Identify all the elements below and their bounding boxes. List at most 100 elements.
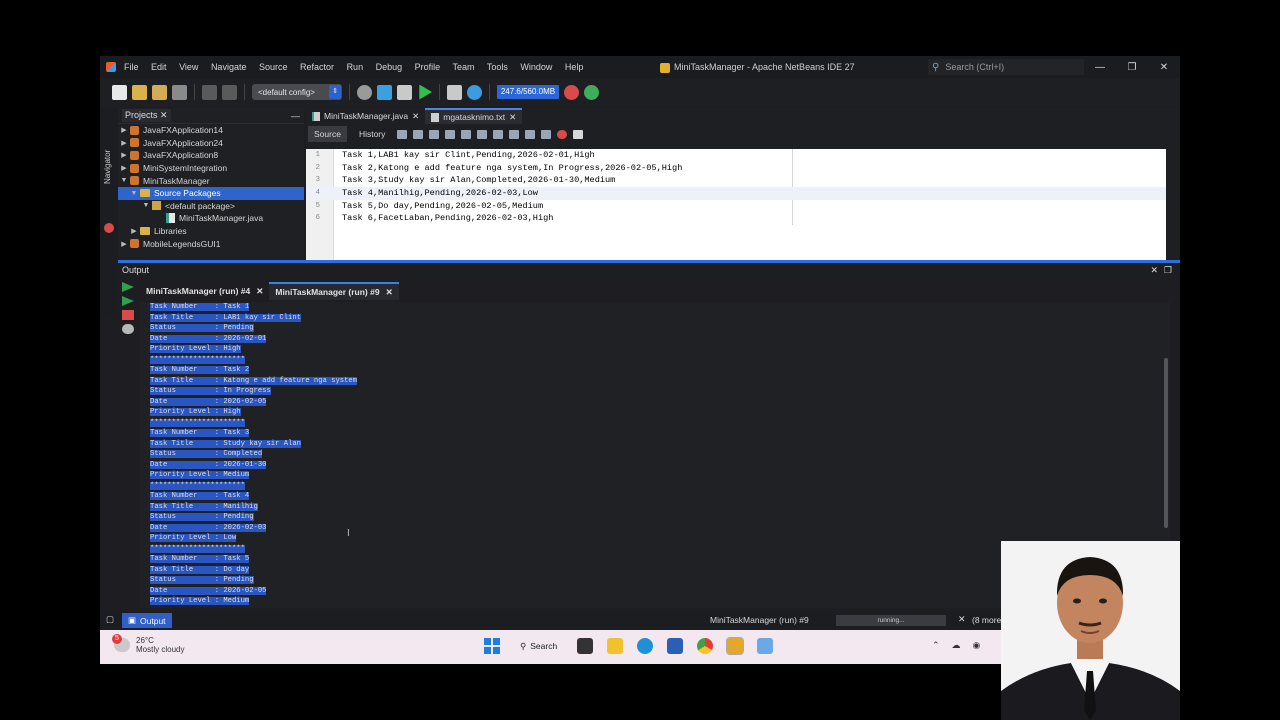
find-next-icon[interactable]: [477, 129, 488, 139]
cancel-task-icon[interactable]: ✕: [958, 614, 966, 625]
tree-item[interactable]: ▶ JavaFXApplication14: [118, 124, 304, 137]
chevron-right-icon[interactable]: ▶: [118, 240, 130, 248]
restore-icon[interactable]: ❐: [1116, 62, 1148, 73]
maximize-icon[interactable]: ❐: [1164, 265, 1172, 276]
code-editor[interactable]: 1 Task 1,LAB1 kay sir Clint,Pending,2026-…: [306, 149, 1166, 260]
stop-icon[interactable]: [122, 310, 134, 320]
more-tasks-link[interactable]: (8 more: [972, 615, 1001, 625]
menu-view[interactable]: View: [179, 62, 198, 72]
chevron-right-icon[interactable]: ▶: [118, 164, 130, 172]
onedrive-icon[interactable]: ☁: [952, 640, 961, 651]
menu-run[interactable]: Run: [347, 62, 364, 72]
close-icon[interactable]: ✕: [1150, 265, 1158, 276]
menu-tools[interactable]: Tools: [487, 62, 508, 72]
taskbar-search[interactable]: ⚲ Search: [514, 641, 563, 652]
chevron-down-icon[interactable]: ▼: [140, 202, 152, 209]
chevron-right-icon[interactable]: ▶: [128, 227, 140, 235]
tree-item[interactable]: ▼ MiniTaskManager: [118, 174, 304, 187]
new-project-icon[interactable]: [132, 84, 147, 100]
tree-item-selected[interactable]: ▼ Source Packages: [118, 186, 304, 200]
minimize-icon[interactable]: —: [1084, 62, 1116, 73]
menu-window[interactable]: Window: [520, 62, 552, 72]
tree-item[interactable]: ▶ MobileLegendsGUI1: [118, 237, 304, 250]
services-icon[interactable]: [104, 223, 114, 233]
menu-profile[interactable]: Profile: [415, 62, 441, 72]
close-icon[interactable]: ✕: [412, 111, 419, 122]
run-icon[interactable]: [419, 84, 432, 100]
config-select[interactable]: <default config> ⇕: [252, 84, 342, 100]
tree-item[interactable]: MiniTaskManager.java: [118, 212, 304, 225]
console-scrollbar[interactable]: [1164, 358, 1168, 528]
editor-tab-txt[interactable]: mgatasknimo.txt ✕: [425, 108, 523, 124]
menu-team[interactable]: Team: [453, 62, 475, 72]
debug-icon[interactable]: [447, 84, 462, 100]
new-file-icon[interactable]: [112, 84, 127, 100]
gc-alt-icon[interactable]: [584, 84, 599, 100]
back-icon[interactable]: [413, 129, 424, 139]
undo-icon[interactable]: [202, 84, 217, 100]
task-view-icon[interactable]: [577, 638, 594, 654]
rerun-with-params-icon[interactable]: [122, 296, 134, 306]
find-previous-icon[interactable]: [461, 129, 472, 139]
chevron-down-icon[interactable]: ▼: [118, 177, 130, 184]
stop-macro-icon[interactable]: [573, 129, 584, 139]
toggle-highlight-icon[interactable]: [493, 129, 504, 139]
open-project-icon[interactable]: [152, 84, 167, 100]
tree-item[interactable]: ▶ JavaFXApplication24: [118, 137, 304, 150]
netbeans-taskbar-icon[interactable]: [726, 637, 745, 655]
redo-icon[interactable]: [222, 84, 237, 100]
target-icon[interactable]: [357, 84, 372, 100]
rerun-icon[interactable]: [122, 282, 134, 292]
shift-right-icon[interactable]: [541, 129, 552, 139]
menu-source[interactable]: Source: [259, 62, 288, 72]
save-all-icon[interactable]: [172, 84, 187, 100]
close-icon[interactable]: ✕: [509, 112, 516, 123]
edge-icon[interactable]: [637, 638, 654, 654]
close-icon[interactable]: ✕: [160, 110, 168, 120]
store-icon[interactable]: [667, 638, 684, 654]
menu-help[interactable]: Help: [565, 62, 584, 72]
gc-icon[interactable]: [564, 84, 579, 100]
tree-item[interactable]: ▶ JavaFXApplication8: [118, 149, 304, 162]
menu-file[interactable]: File: [124, 62, 139, 72]
menu-refactor[interactable]: Refactor: [300, 62, 334, 72]
last-edit-icon[interactable]: [397, 129, 408, 139]
menu-debug[interactable]: Debug: [376, 62, 403, 72]
close-icon[interactable]: ✕: [256, 286, 263, 297]
weather-widget[interactable]: 5 26°C Mostly cloudy: [112, 634, 184, 654]
menu-navigate[interactable]: Navigate: [211, 62, 247, 72]
search-input[interactable]: ⚲ Search (Ctrl+I): [928, 59, 1084, 75]
menu-edit[interactable]: Edit: [151, 62, 167, 72]
file-explorer-icon[interactable]: [607, 638, 624, 654]
tree-item[interactable]: ▶ Libraries: [118, 225, 304, 238]
bookmark-icon[interactable]: [509, 129, 520, 139]
tree-item[interactable]: ▶ MiniSystemIntegration: [118, 162, 304, 175]
history-button[interactable]: History: [353, 126, 391, 142]
chrome-icon[interactable]: [697, 638, 714, 654]
editor-tab-java[interactable]: MiniTaskManager.java ✕: [306, 108, 425, 124]
chevron-right-icon[interactable]: ▶: [118, 139, 130, 147]
output-tab-run9[interactable]: MiniTaskManager (run) #9 ✕: [269, 282, 399, 300]
projects-tab[interactable]: Projects ✕ —: [118, 108, 304, 124]
shift-left-icon[interactable]: [525, 129, 536, 139]
forward-icon[interactable]: [429, 129, 440, 139]
chevron-right-icon[interactable]: ▶: [118, 126, 130, 134]
minimize-panel-icon[interactable]: —: [291, 111, 300, 121]
memory-indicator[interactable]: 247.6/560.0MB: [497, 85, 559, 99]
chevron-right-icon[interactable]: ▶: [118, 151, 130, 159]
chevron-up-icon[interactable]: ⌃: [932, 640, 940, 651]
close-icon[interactable]: ✕: [1148, 62, 1180, 73]
record-macro-icon[interactable]: [557, 129, 568, 139]
navigator-tab[interactable]: Navigator: [103, 150, 112, 184]
settings-icon[interactable]: [122, 324, 134, 334]
find-icon[interactable]: [445, 129, 456, 139]
output-status-tab[interactable]: ▣ Output: [122, 613, 172, 628]
profile-icon[interactable]: [467, 84, 482, 100]
source-button[interactable]: Source: [308, 126, 347, 142]
tree-item[interactable]: ▼ <default package>: [118, 200, 304, 213]
clean-build-icon[interactable]: [397, 84, 412, 100]
notifications-icon[interactable]: ▢: [106, 614, 114, 625]
chrome-tray-icon[interactable]: ◉: [973, 640, 981, 651]
windows-start-icon[interactable]: [484, 638, 500, 654]
build-icon[interactable]: [377, 84, 392, 100]
